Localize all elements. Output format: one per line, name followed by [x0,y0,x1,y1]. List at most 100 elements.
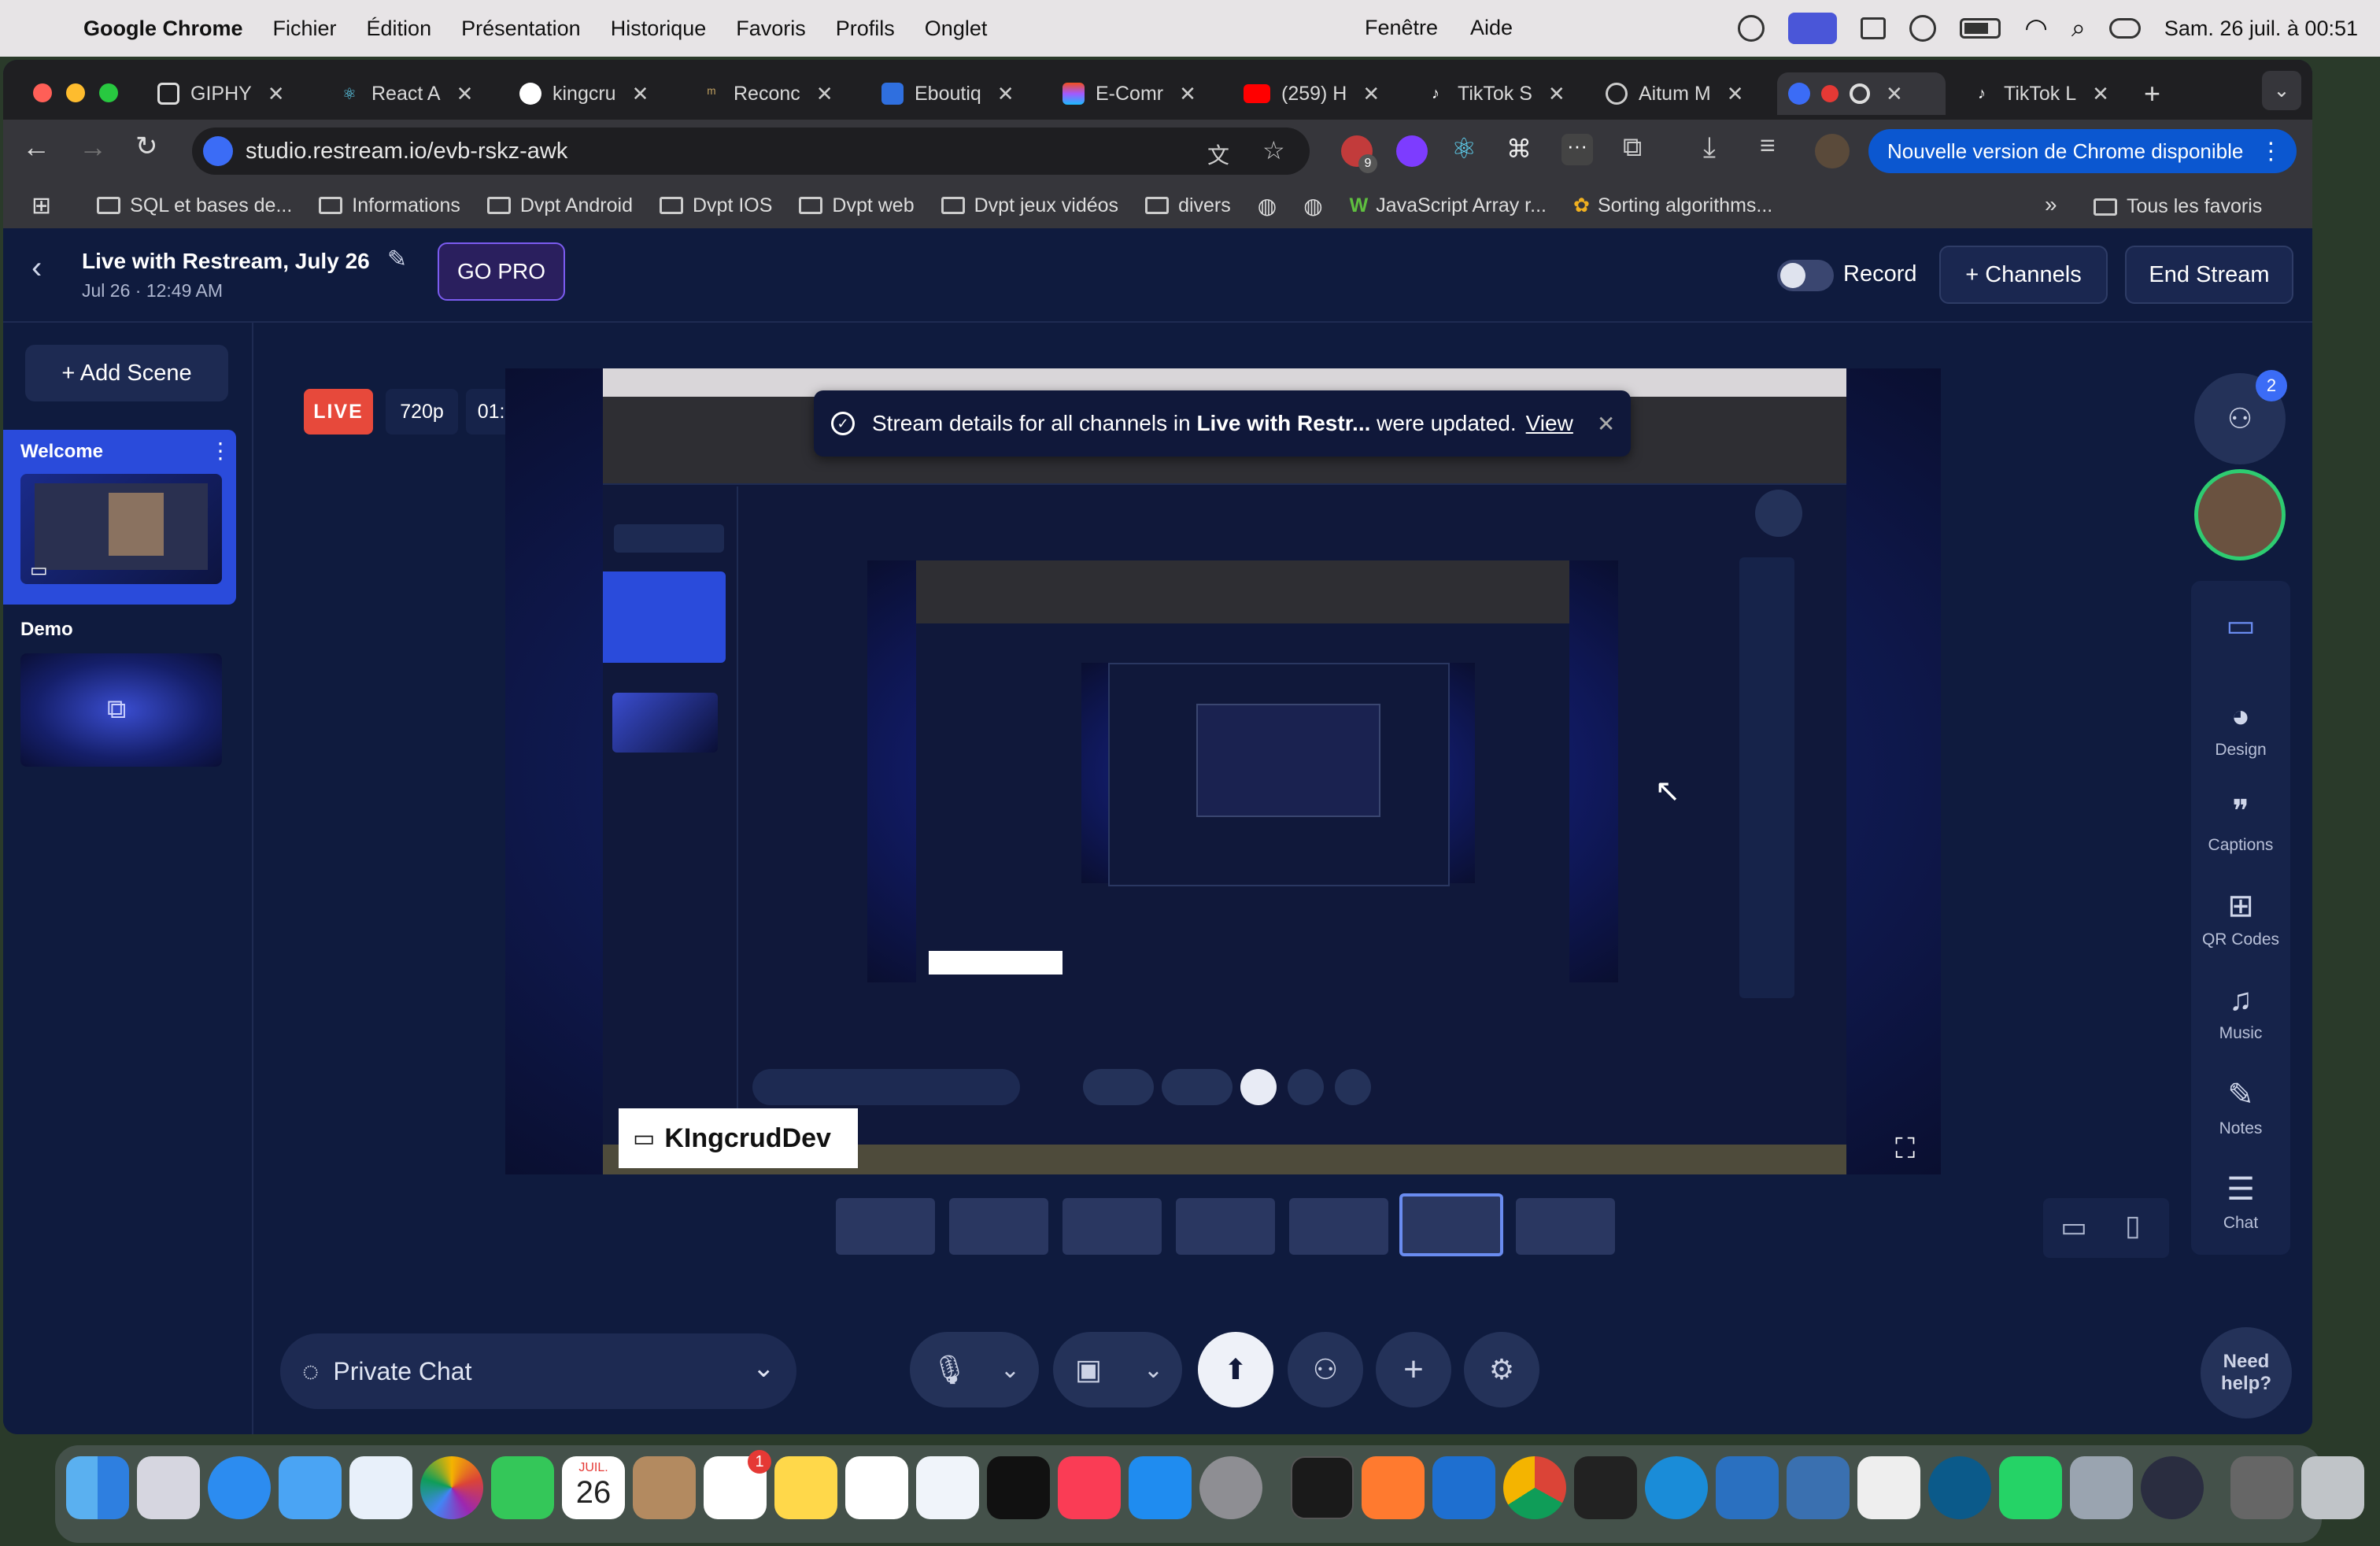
stream-title[interactable]: Live with Restream, July 26 [82,249,370,274]
tab-eboutique[interactable]: Eboutiq ✕ [881,72,1014,115]
menu-app-name[interactable]: Google Chrome [83,17,243,41]
photos-icon[interactable] [420,1456,483,1519]
mail-icon[interactable] [279,1456,342,1519]
maps-icon[interactable] [349,1456,412,1519]
media-control-icon[interactable]: ≡ [1760,131,1776,161]
trash-icon[interactable] [2301,1456,2364,1519]
new-tab-button[interactable]: + [2144,72,2160,115]
downloads-stack-icon[interactable] [2230,1456,2293,1519]
tab-tiktok-live[interactable]: ♪ TikTok L ✕ [1971,72,2109,115]
chevron-down-icon[interactable]: ⌄ [1000,1356,1020,1384]
menu-item-edition[interactable]: Édition [367,17,432,41]
extension-purple-icon[interactable] [1396,135,1428,167]
menu-item-fichier[interactable]: Fichier [273,17,337,41]
layout-split[interactable] [1176,1198,1275,1255]
edge-icon[interactable] [1645,1456,1708,1519]
need-help-button[interactable]: Need help? [2201,1327,2292,1418]
back-chevron-icon[interactable]: ‹ [31,250,42,286]
menu-item-onglet[interactable]: Onglet [925,17,988,41]
music-app-icon[interactable] [1058,1456,1121,1519]
extension-more-icon[interactable]: ··· [1561,134,1593,165]
assets-folder-button[interactable]: ▭ [2191,608,2290,650]
system-settings-icon[interactable] [1199,1456,1262,1519]
menu-item-favoris[interactable]: Favoris [736,17,806,41]
chat-selector[interactable]: ◌ Private Chat ⌄ [280,1333,796,1409]
search-icon[interactable]: ⌕ [2071,13,2086,43]
finder-icon[interactable] [66,1456,129,1519]
chrome-update-button[interactable]: Nouvelle version de Chrome disponible ⋮ [1868,129,2297,173]
notes-app-icon[interactable] [774,1456,837,1519]
bookmark-dvpt-android[interactable]: Dvpt Android [486,194,633,217]
close-tab-icon[interactable]: ✕ [1727,82,1744,106]
preview-icon[interactable] [2070,1456,2133,1519]
facetime-icon[interactable] [491,1456,554,1519]
music-tool-button[interactable]: ♫ Music [2191,982,2290,1043]
control-center-icon[interactable] [2108,18,2141,39]
bookmark-all-favorites[interactable]: Tous les favoris [2094,195,2262,218]
textedit-icon[interactable] [1857,1456,1920,1519]
extension-react-icon[interactable]: ⚛ [1451,132,1476,165]
add-channels-button[interactable]: + Channels [1939,246,2108,304]
play-status-icon[interactable] [1909,15,1937,42]
status-app-icon[interactable] [1738,15,1765,42]
microphone-button[interactable]: 🎙 ⌄ [910,1332,1039,1407]
xcode-icon[interactable] [1716,1456,1779,1519]
close-tab-icon[interactable]: ✕ [268,82,285,106]
bookmark-informations[interactable]: Informations [319,194,460,217]
menu-item-fenetre[interactable]: Fenêtre [1365,16,1438,40]
menu-item-presentation[interactable]: Présentation [461,17,581,41]
more-bookmarks-icon[interactable]: » [2045,192,2057,217]
menu-item-historique[interactable]: Historique [611,17,707,41]
vscode-icon[interactable] [1432,1456,1495,1519]
mysql-workbench-icon[interactable] [1787,1456,1850,1519]
keyboard-status-icon[interactable] [1861,17,1887,39]
tab-figma[interactable]: E-Comr ✕ [1062,72,1196,115]
menu-item-aide[interactable]: Aide [1470,16,1513,40]
bookmark-star-icon[interactable]: ☆ [1262,135,1285,165]
bookmark-globe-1[interactable]: ◍ [1258,193,1277,219]
calendar-icon[interactable]: JUIL. 26 [562,1456,625,1519]
terminal-icon[interactable] [1291,1456,1354,1519]
tab-github[interactable]: kingcru ✕ [519,72,649,115]
app-store-icon[interactable] [1129,1456,1192,1519]
layout-split-wide[interactable] [1289,1198,1388,1255]
notes-tool-button[interactable]: ✎ Notes [2191,1077,2290,1138]
tab-tiktok-studio[interactable]: ♪ TikTok S ✕ [1425,72,1565,115]
chat-tool-button[interactable]: ☰ Chat [2191,1171,2290,1233]
android-studio-icon[interactable] [1928,1456,1991,1519]
scene-menu-icon[interactable]: ⋮ [209,438,231,464]
tab-youtube[interactable]: (259) H ✕ [1244,72,1380,115]
edit-pencil-icon[interactable]: ✎ [387,246,407,273]
layout-pip-left[interactable] [949,1198,1048,1255]
close-tab-icon[interactable]: ✕ [816,82,833,106]
close-tab-icon[interactable]: ✕ [456,82,474,106]
bookmark-sql[interactable]: SQL et bases de... [97,194,292,217]
screen-share-status-icon[interactable] [1788,13,1838,44]
scene-demo[interactable]: ⧉ [20,653,222,767]
extension-cmd-icon[interactable]: ⌘ [1506,134,1532,164]
tab-react[interactable]: ⚛ React A ✕ [338,72,473,115]
zoom-window-button[interactable] [99,83,118,102]
bookmark-javascript-array[interactable]: W JavaScript Array r... [1350,194,1547,217]
freeform-icon[interactable] [916,1456,979,1519]
layout-screen-pip-selected[interactable] [1399,1193,1503,1256]
back-arrow-icon[interactable]: ← [22,131,50,164]
bookmark-sorting[interactable]: ✿ Sorting algorithms... [1573,194,1772,217]
layout-split-thin[interactable] [1062,1198,1162,1255]
captions-tool-button[interactable]: ❞ Captions [2191,793,2290,855]
toast-close-icon[interactable]: ✕ [1597,411,1615,437]
apple-tv-icon[interactable] [987,1456,1050,1519]
safari-icon[interactable] [208,1456,271,1519]
close-tab-icon[interactable]: ✕ [1548,82,1565,106]
bookmark-dvpt-web[interactable]: Dvpt web [799,194,915,217]
layout-side[interactable] [1516,1198,1615,1255]
postman-icon[interactable] [1362,1456,1425,1519]
launchpad-icon[interactable] [137,1456,200,1519]
more-vertical-icon[interactable]: ⋮ [2259,138,2282,165]
chevron-down-icon[interactable]: ⌄ [1144,1356,1163,1384]
apps-grid-icon[interactable]: ⊞ [31,192,51,220]
settings-button[interactable]: ⚙ [1464,1332,1539,1407]
wifi-icon[interactable]: ◠ [2024,13,2048,44]
menubar-datetime[interactable]: Sam. 26 juil. à 00:51 [2164,17,2358,41]
tab-giphy[interactable]: GIPHY ✕ [157,72,285,115]
